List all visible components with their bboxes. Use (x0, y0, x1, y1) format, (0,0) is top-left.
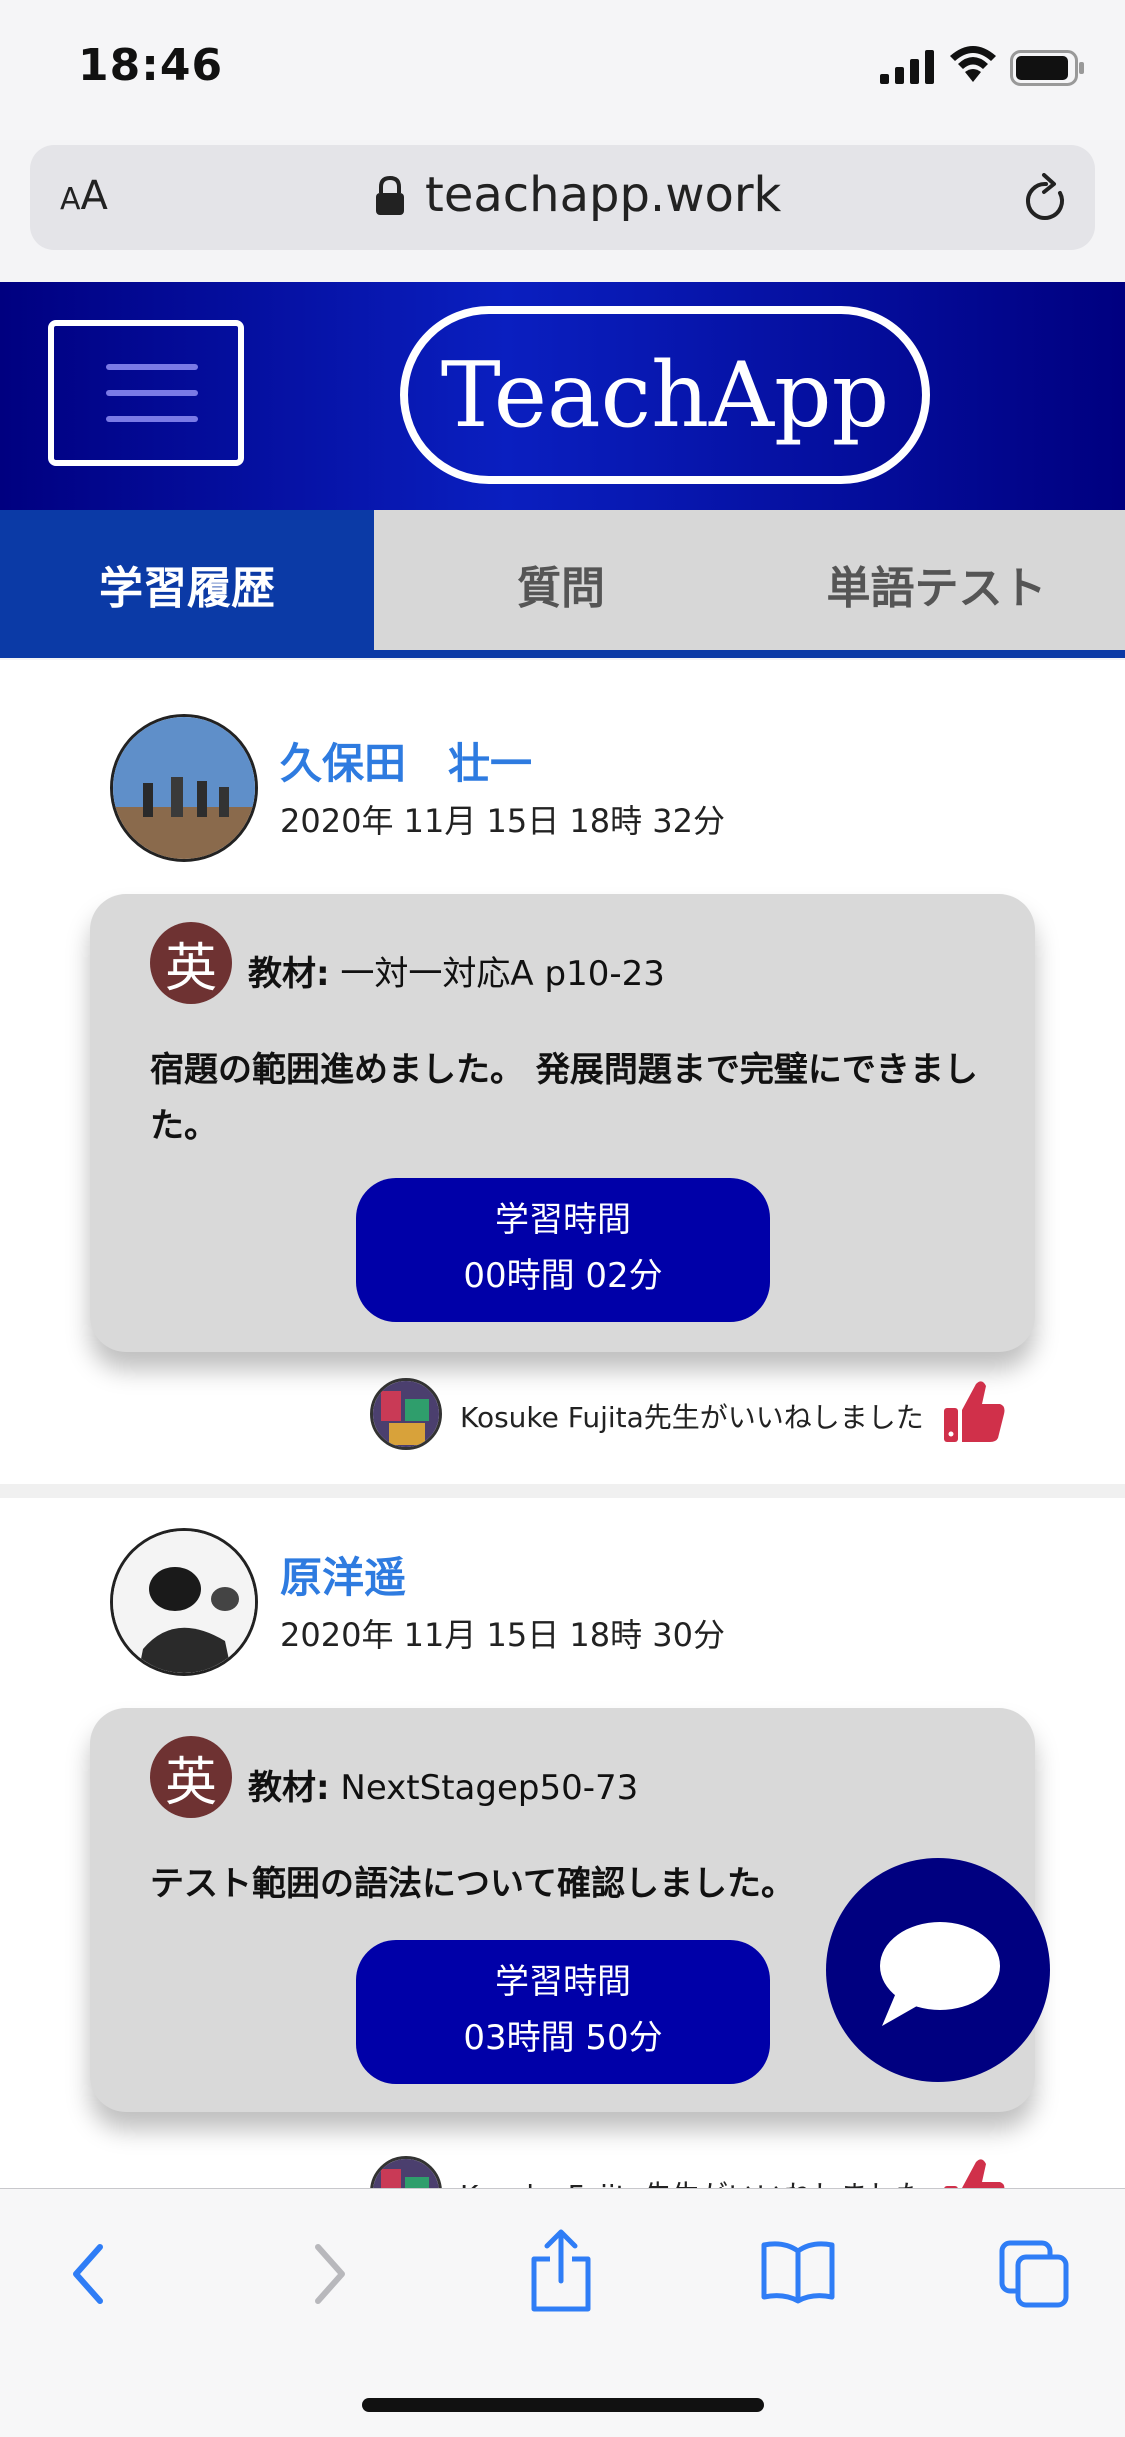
study-time-label: 学習時間 (495, 1962, 631, 2002)
student-name[interactable]: 久保田 壮一 (280, 730, 532, 791)
share-icon[interactable] (528, 2229, 594, 2313)
cellular-signal-icon (880, 50, 934, 84)
thumbs-up-icon[interactable] (942, 2156, 1006, 2190)
address-bar[interactable]: AA teachapp.work (30, 145, 1095, 250)
thumbs-up-icon[interactable] (942, 1378, 1006, 1444)
like-line: Kosuke Fujita先生がいいねしました (370, 2152, 1030, 2190)
avatar[interactable] (110, 714, 258, 862)
study-card: 英 教材: 一対一対応A p10-23 宿題の範囲進めました。 発展問題まで完璧… (90, 894, 1035, 1352)
avatar[interactable] (110, 1528, 258, 1676)
post-date: 2020年 11月 15日 18時 32分 (280, 802, 726, 840)
study-comment: 宿題の範囲進めました。 発展問題まで完璧にできました。 (150, 1050, 978, 1146)
post-date: 2020年 11月 15日 18時 30分 (280, 1616, 726, 1654)
hamburger-menu-icon[interactable] (48, 320, 244, 466)
post-separator (0, 1484, 1125, 1498)
battery-icon (1010, 50, 1084, 86)
study-time-label: 学習時間 (495, 1200, 631, 1240)
tab-underline (0, 650, 1125, 658)
reload-icon[interactable] (1020, 173, 1070, 225)
text-size-button[interactable]: AA (60, 173, 108, 219)
tab-questions[interactable]: 質問 (374, 510, 748, 658)
student-name[interactable]: 原洋遥 (280, 1544, 406, 1605)
lock-icon (376, 175, 404, 215)
study-time-value: 03時間 50分 (463, 2018, 663, 2058)
study-time-box: 学習時間 00時間 02分 (356, 1178, 770, 1322)
chevron-right-icon[interactable] (308, 2239, 352, 2309)
app-header: TeachApp (0, 282, 1125, 510)
study-time-value: 00時間 02分 (463, 1256, 663, 1296)
teacher-avatar[interactable] (370, 2156, 442, 2190)
home-indicator (362, 2398, 764, 2412)
study-post: 原洋遥 2020年 11月 15日 18時 30分 英 教材: NextStag… (0, 1498, 1125, 2190)
status-time: 18:46 (78, 40, 224, 91)
like-line: Kosuke Fujita先生がいいねしました (370, 1374, 1030, 1454)
like-text: Kosuke Fujita先生がいいねしました (460, 1401, 924, 1434)
book-icon[interactable] (760, 2239, 836, 2305)
tab-vocab-test[interactable]: 単語テスト (748, 510, 1125, 658)
material-text: 教材: 一対一対応A p10-23 (248, 954, 665, 994)
chat-button[interactable] (826, 1858, 1050, 2082)
url-text[interactable]: teachapp.work (425, 167, 781, 223)
study-post: 久保田 壮一 2020年 11月 15日 18時 32分 英 教材: 一対一対応… (0, 660, 1125, 1484)
speech-bubble-icon (880, 1922, 1000, 2026)
chevron-left-icon[interactable] (66, 2239, 110, 2309)
study-time-box: 学習時間 03時間 50分 (356, 1940, 770, 2084)
subject-english-icon: 英 (150, 1736, 232, 1818)
tab-bar: 学習履歴 質問 単語テスト (0, 510, 1125, 658)
wifi-icon (950, 46, 996, 82)
material-text: 教材: NextStagep50-73 (248, 1768, 639, 1808)
status-bar: 18:46 (0, 0, 1125, 140)
tabs-icon[interactable] (998, 2239, 1070, 2309)
app-logo[interactable]: TeachApp (400, 306, 930, 484)
tab-study-history[interactable]: 学習履歴 (0, 510, 374, 658)
subject-english-icon: 英 (150, 922, 232, 1004)
teacher-avatar[interactable] (370, 1378, 442, 1450)
